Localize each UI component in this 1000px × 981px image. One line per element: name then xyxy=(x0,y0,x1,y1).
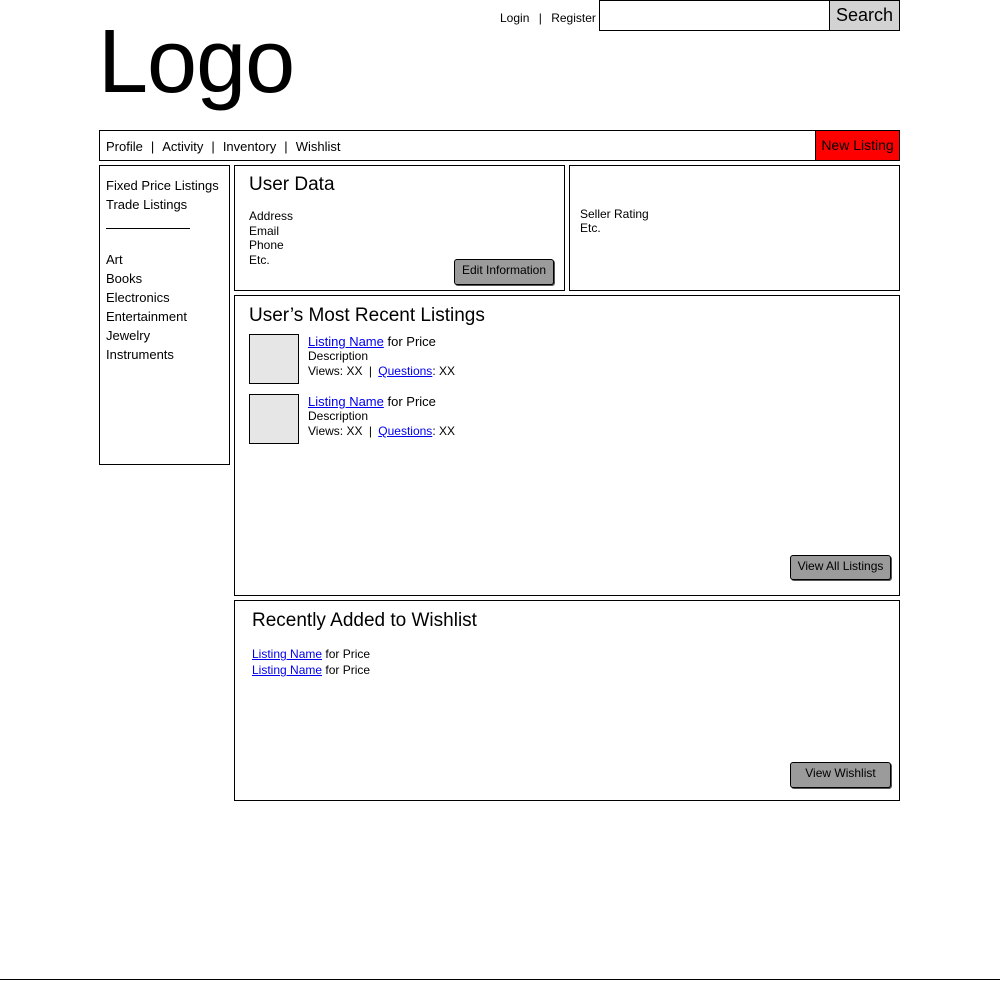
search-button[interactable]: Search xyxy=(829,0,900,31)
seller-info: Seller Rating Etc. xyxy=(580,207,649,235)
listing-description: Description xyxy=(308,349,369,363)
listing-thumbnail[interactable] xyxy=(249,334,299,384)
recent-listings-panel: User’s Most Recent Listings Listing Name… xyxy=(234,295,900,596)
page-bottom-divider xyxy=(0,979,1000,980)
sidebar-item-trade[interactable]: Trade Listings xyxy=(106,195,219,214)
questions-link[interactable]: Questions xyxy=(378,424,432,438)
user-data-title: User Data xyxy=(249,174,335,195)
listing-views: Views: XX xyxy=(308,364,363,378)
listing-price: for Price xyxy=(383,334,436,349)
nav-separator: | xyxy=(211,139,215,154)
nav-item-profile[interactable]: Profile xyxy=(106,139,143,154)
wishlist-item: Listing Name for Price xyxy=(252,662,370,678)
listing-type-list: Fixed Price Listings Trade Listings xyxy=(106,176,219,214)
login-link[interactable]: Login xyxy=(500,11,529,25)
listing-stats: Views: XX | Questions: XX xyxy=(308,424,455,439)
seller-panel: Seller Rating Etc. xyxy=(569,165,900,291)
listing-thumbnail[interactable] xyxy=(249,394,299,444)
sidebar-item-art[interactable]: Art xyxy=(106,250,187,269)
etc-field: Etc. xyxy=(249,252,270,267)
seller-etc: Etc. xyxy=(580,221,601,235)
user-data-fields: Address Email Phone Etc. xyxy=(249,209,293,267)
nav-item-inventory[interactable]: Inventory xyxy=(223,139,276,154)
listing-description: Description xyxy=(308,409,369,423)
email-field: Email xyxy=(249,223,280,238)
listing-item: Listing Name for Price Description Views… xyxy=(249,334,749,386)
auth-links: Login | Register xyxy=(500,11,596,26)
nav-links: Profile | Activity | Inventory | Wishlist xyxy=(106,139,340,154)
stats-separator: | xyxy=(368,424,372,438)
nav-separator: | xyxy=(150,139,155,154)
nav-separator: | xyxy=(284,139,288,154)
questions-count: : XX xyxy=(432,424,455,438)
listing-price: for Price xyxy=(383,394,436,409)
wishlist-price: for Price xyxy=(322,663,371,677)
listing-views: Views: XX xyxy=(308,424,363,438)
sidebar-item-fixed-price[interactable]: Fixed Price Listings xyxy=(106,176,219,195)
wishlist-title: Recently Added to Wishlist xyxy=(252,610,477,631)
search-input[interactable] xyxy=(599,0,830,31)
stats-separator: | xyxy=(368,364,372,378)
nav-item-activity[interactable]: Activity xyxy=(162,139,203,154)
recent-listings-title: User’s Most Recent Listings xyxy=(249,305,485,326)
sidebar-item-electronics[interactable]: Electronics xyxy=(106,288,187,307)
questions-count: : XX xyxy=(432,364,455,378)
wishlist-listing-link[interactable]: Listing Name xyxy=(252,663,322,677)
wishlist-item: Listing Name for Price xyxy=(252,646,370,662)
seller-rating: Seller Rating xyxy=(580,207,649,221)
questions-link[interactable]: Questions xyxy=(378,364,432,378)
category-list: Art Books Electronics Entertainment Jewe… xyxy=(106,250,187,364)
phone-field: Phone xyxy=(249,238,284,252)
sidebar-item-entertainment[interactable]: Entertainment xyxy=(106,307,187,326)
nav-item-wishlist[interactable]: Wishlist xyxy=(296,139,341,154)
wishlist-items: Listing Name for Price Listing Name for … xyxy=(252,646,370,678)
listing-item: Listing Name for Price Description Views… xyxy=(249,394,749,446)
wishlist-price: for Price xyxy=(322,647,371,661)
sidebar: Fixed Price Listings Trade Listings Art … xyxy=(99,165,230,465)
sidebar-item-books[interactable]: Books xyxy=(106,269,187,288)
view-all-listings-button[interactable]: View All Listings xyxy=(790,555,891,580)
register-link[interactable]: Register xyxy=(551,11,596,25)
listing-header: Listing Name for Price xyxy=(308,334,436,349)
user-data-panel: User Data Address Email Phone Etc. Edit … xyxy=(234,165,565,291)
listing-stats: Views: XX | Questions: XX xyxy=(308,364,455,379)
listing-name-link[interactable]: Listing Name xyxy=(308,334,384,349)
sidebar-divider xyxy=(106,228,190,229)
edit-information-button[interactable]: Edit Information xyxy=(454,259,554,285)
sidebar-item-instruments[interactable]: Instruments xyxy=(106,345,187,364)
logo[interactable]: Logo xyxy=(98,12,295,112)
new-listing-button[interactable]: New Listing xyxy=(815,130,900,161)
nav-bar: Profile | Activity | Inventory | Wishlist New … xyxy=(99,130,900,161)
wishlist-panel: Recently Added to Wishlist Listing Name … xyxy=(234,600,900,801)
sidebar-item-jewelry[interactable]: Jewelry xyxy=(106,326,187,345)
auth-separator: | xyxy=(538,11,542,25)
listing-name-link[interactable]: Listing Name xyxy=(308,394,384,409)
listing-header: Listing Name for Price xyxy=(308,394,436,409)
wishlist-listing-link[interactable]: Listing Name xyxy=(252,647,322,661)
view-wishlist-button[interactable]: View Wishlist xyxy=(790,762,891,788)
address-field: Address xyxy=(249,209,294,223)
